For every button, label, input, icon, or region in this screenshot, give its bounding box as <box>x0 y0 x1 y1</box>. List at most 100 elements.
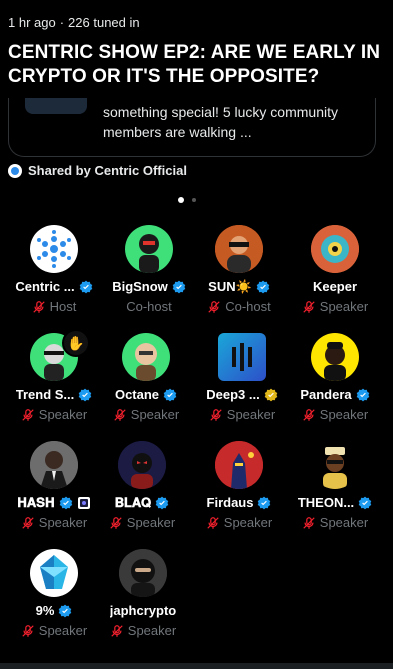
mic-muted-icon <box>303 408 315 421</box>
avatar <box>311 225 359 273</box>
avatar <box>311 441 359 489</box>
verified-badge-icon <box>256 280 270 294</box>
speaker-role: Speaker <box>126 515 176 530</box>
verified-badge-icon <box>358 496 372 509</box>
speaker-role: Co-host <box>225 299 271 314</box>
speaker-role: Speaker <box>226 407 276 422</box>
speaker-role-row: Speaker <box>191 515 287 530</box>
mic-muted-icon <box>303 300 315 313</box>
avatar <box>122 333 170 381</box>
hand-raised-icon: ✋ <box>62 329 90 357</box>
speaker-name-row: Octane <box>98 387 194 402</box>
centric-logo-icon <box>8 163 22 178</box>
speaker-name: 𝐁𝐋𝐀𝐐 <box>114 495 152 510</box>
mic-muted-icon <box>114 408 126 421</box>
mic-muted-icon <box>207 516 219 529</box>
mic-muted-icon <box>111 624 123 637</box>
speaker-role: Speaker <box>223 515 273 530</box>
speaker-role: Speaker <box>127 623 177 638</box>
time-ago: 1 hr ago <box>8 15 56 30</box>
speaker-role: Speaker <box>319 407 369 422</box>
speaker-name-row: Centric ... <box>6 279 102 294</box>
speaker-name: Trend S... <box>15 387 75 402</box>
verified-badge-icon <box>59 604 72 617</box>
mic-muted-icon <box>208 300 220 313</box>
speaker-role: Speaker <box>319 515 369 530</box>
verified-badge-icon <box>356 388 369 401</box>
speaker-role-row: Speaker <box>6 623 102 638</box>
speaker-role: Host <box>49 299 77 314</box>
mic-muted-icon <box>32 300 45 313</box>
speaker-role: Speaker <box>38 407 88 422</box>
speaker-name-row: japhcrypto <box>95 603 191 618</box>
speaker-role-row: Co-host <box>191 299 287 314</box>
pager-dot-active <box>178 197 184 203</box>
mic-muted-icon <box>22 408 34 421</box>
mic-muted-icon <box>303 516 315 529</box>
verified-gold-badge-icon <box>264 388 278 401</box>
speaker-name-row: BigSnow <box>101 279 197 294</box>
card-description: something special! 5 lucky community mem… <box>103 104 338 140</box>
speaker-name-row: 𝐇𝐀𝐒𝐇 <box>6 495 102 511</box>
mic-muted-icon <box>22 624 34 637</box>
meta-separator: · <box>59 15 65 30</box>
speaker-role: Speaker <box>38 623 88 638</box>
speaker-name-row: SUN☀️ <box>191 279 287 295</box>
avatar <box>30 225 78 273</box>
speaker-role-row: Speaker <box>287 299 383 314</box>
speaker-name: THEON... <box>297 495 355 510</box>
space-meta: 1 hr ago · 226 tuned in <box>8 15 140 30</box>
avatar <box>215 225 263 273</box>
speaker-role-row: Speaker <box>194 407 290 422</box>
verified-badge-icon <box>172 280 186 293</box>
avatar <box>118 441 166 489</box>
speaker-name: 𝐇𝐀𝐒𝐇 <box>17 495 55 510</box>
verified-badge-icon <box>258 496 271 509</box>
speaker-name: Firdaus <box>206 495 254 510</box>
speaker-role-row: Speaker <box>94 515 190 530</box>
bottom-scroll-edge <box>0 663 393 669</box>
speaker-name-row: Firdaus <box>191 495 287 510</box>
carousel-pager <box>178 197 196 203</box>
pager-dot <box>192 198 196 202</box>
space-description-card[interactable]: something special! 5 lucky community mem… <box>8 98 376 157</box>
avatar <box>218 333 266 381</box>
speaker-role-row: Speaker <box>95 623 191 638</box>
speaker-role: Co-host <box>126 299 172 314</box>
speaker-name-row: THEON... <box>287 495 383 510</box>
speaker-name-row: 𝐁𝐋𝐀𝐐 <box>94 495 190 511</box>
speaker-role-row: Speaker <box>287 407 383 422</box>
speaker-role: Speaker <box>38 515 88 530</box>
tuned-in-count: 226 tuned in <box>68 15 140 30</box>
card-thumbnail <box>25 98 87 114</box>
speaker-name: Pandera <box>300 387 352 402</box>
mic-muted-icon <box>210 408 222 421</box>
avatar <box>125 225 173 273</box>
speaker-role-row: Speaker <box>98 407 194 422</box>
verified-badge-icon <box>155 496 169 510</box>
speaker-role: Speaker <box>319 299 369 314</box>
speaker-name-row: Deep3 ... <box>194 387 290 402</box>
shared-by-label: Shared by Centric Official <box>28 163 187 178</box>
speaker-role-row: Speaker <box>287 515 383 530</box>
shared-by[interactable]: Shared by Centric Official <box>8 163 187 178</box>
verified-badge-icon <box>163 388 177 401</box>
affiliate-badge-icon <box>77 497 90 509</box>
speaker-name: Deep3 ... <box>206 387 260 402</box>
speaker-name-row: Pandera <box>287 387 383 402</box>
verified-badge-icon <box>79 280 92 293</box>
speaker-name-row: Keeper <box>287 279 383 294</box>
speaker-name-row: 9% <box>6 603 102 618</box>
speaker-name: japhcrypto <box>109 603 177 618</box>
avatar <box>311 333 359 381</box>
speaker-name: 9% <box>35 603 55 618</box>
mic-muted-icon <box>22 516 34 529</box>
speaker-role: Speaker <box>130 407 180 422</box>
avatar <box>215 441 263 489</box>
speaker-role-row: Host <box>6 299 102 314</box>
speaker-name: SUN☀️ <box>208 279 252 294</box>
speaker-role-row: Speaker <box>6 407 102 422</box>
avatar <box>119 549 167 597</box>
speaker-role-row: Co-host <box>101 299 197 314</box>
verified-badge-icon <box>78 388 92 401</box>
